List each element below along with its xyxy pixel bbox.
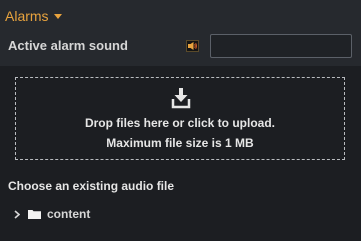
alarms-title: Alarms <box>5 8 49 24</box>
file-dropzone[interactable]: Drop files here or click to upload. Maxi… <box>15 77 345 160</box>
active-alarm-sound-label: Active alarm sound <box>8 38 128 53</box>
choose-existing-file-label: Choose an existing audio file <box>8 179 175 193</box>
tree-item-content[interactable]: content <box>12 205 90 223</box>
chevron-right-glyph <box>14 209 20 219</box>
drop-files-text: Drop files here or click to upload. <box>84 116 276 130</box>
download-icon <box>171 88 191 109</box>
alarms-panel: Alarms Active alarm sound Drop files her… <box>0 0 361 241</box>
folder-icon <box>28 210 41 219</box>
active-alarm-sound-row: Active alarm sound <box>0 30 361 62</box>
caret-down-icon <box>53 14 62 19</box>
upload-section: Drop files here or click to upload. Maxi… <box>0 66 361 241</box>
max-file-size-text: Maximum file size is 1 MB <box>106 136 254 150</box>
speaker-icon[interactable] <box>186 40 199 52</box>
chevron-right-icon[interactable] <box>12 209 22 219</box>
active-alarm-sound-input[interactable] <box>210 34 352 58</box>
tree-item-label: content <box>47 206 91 221</box>
speaker-icon-glyph <box>188 42 197 50</box>
alarms-header[interactable]: Alarms <box>5 6 62 26</box>
